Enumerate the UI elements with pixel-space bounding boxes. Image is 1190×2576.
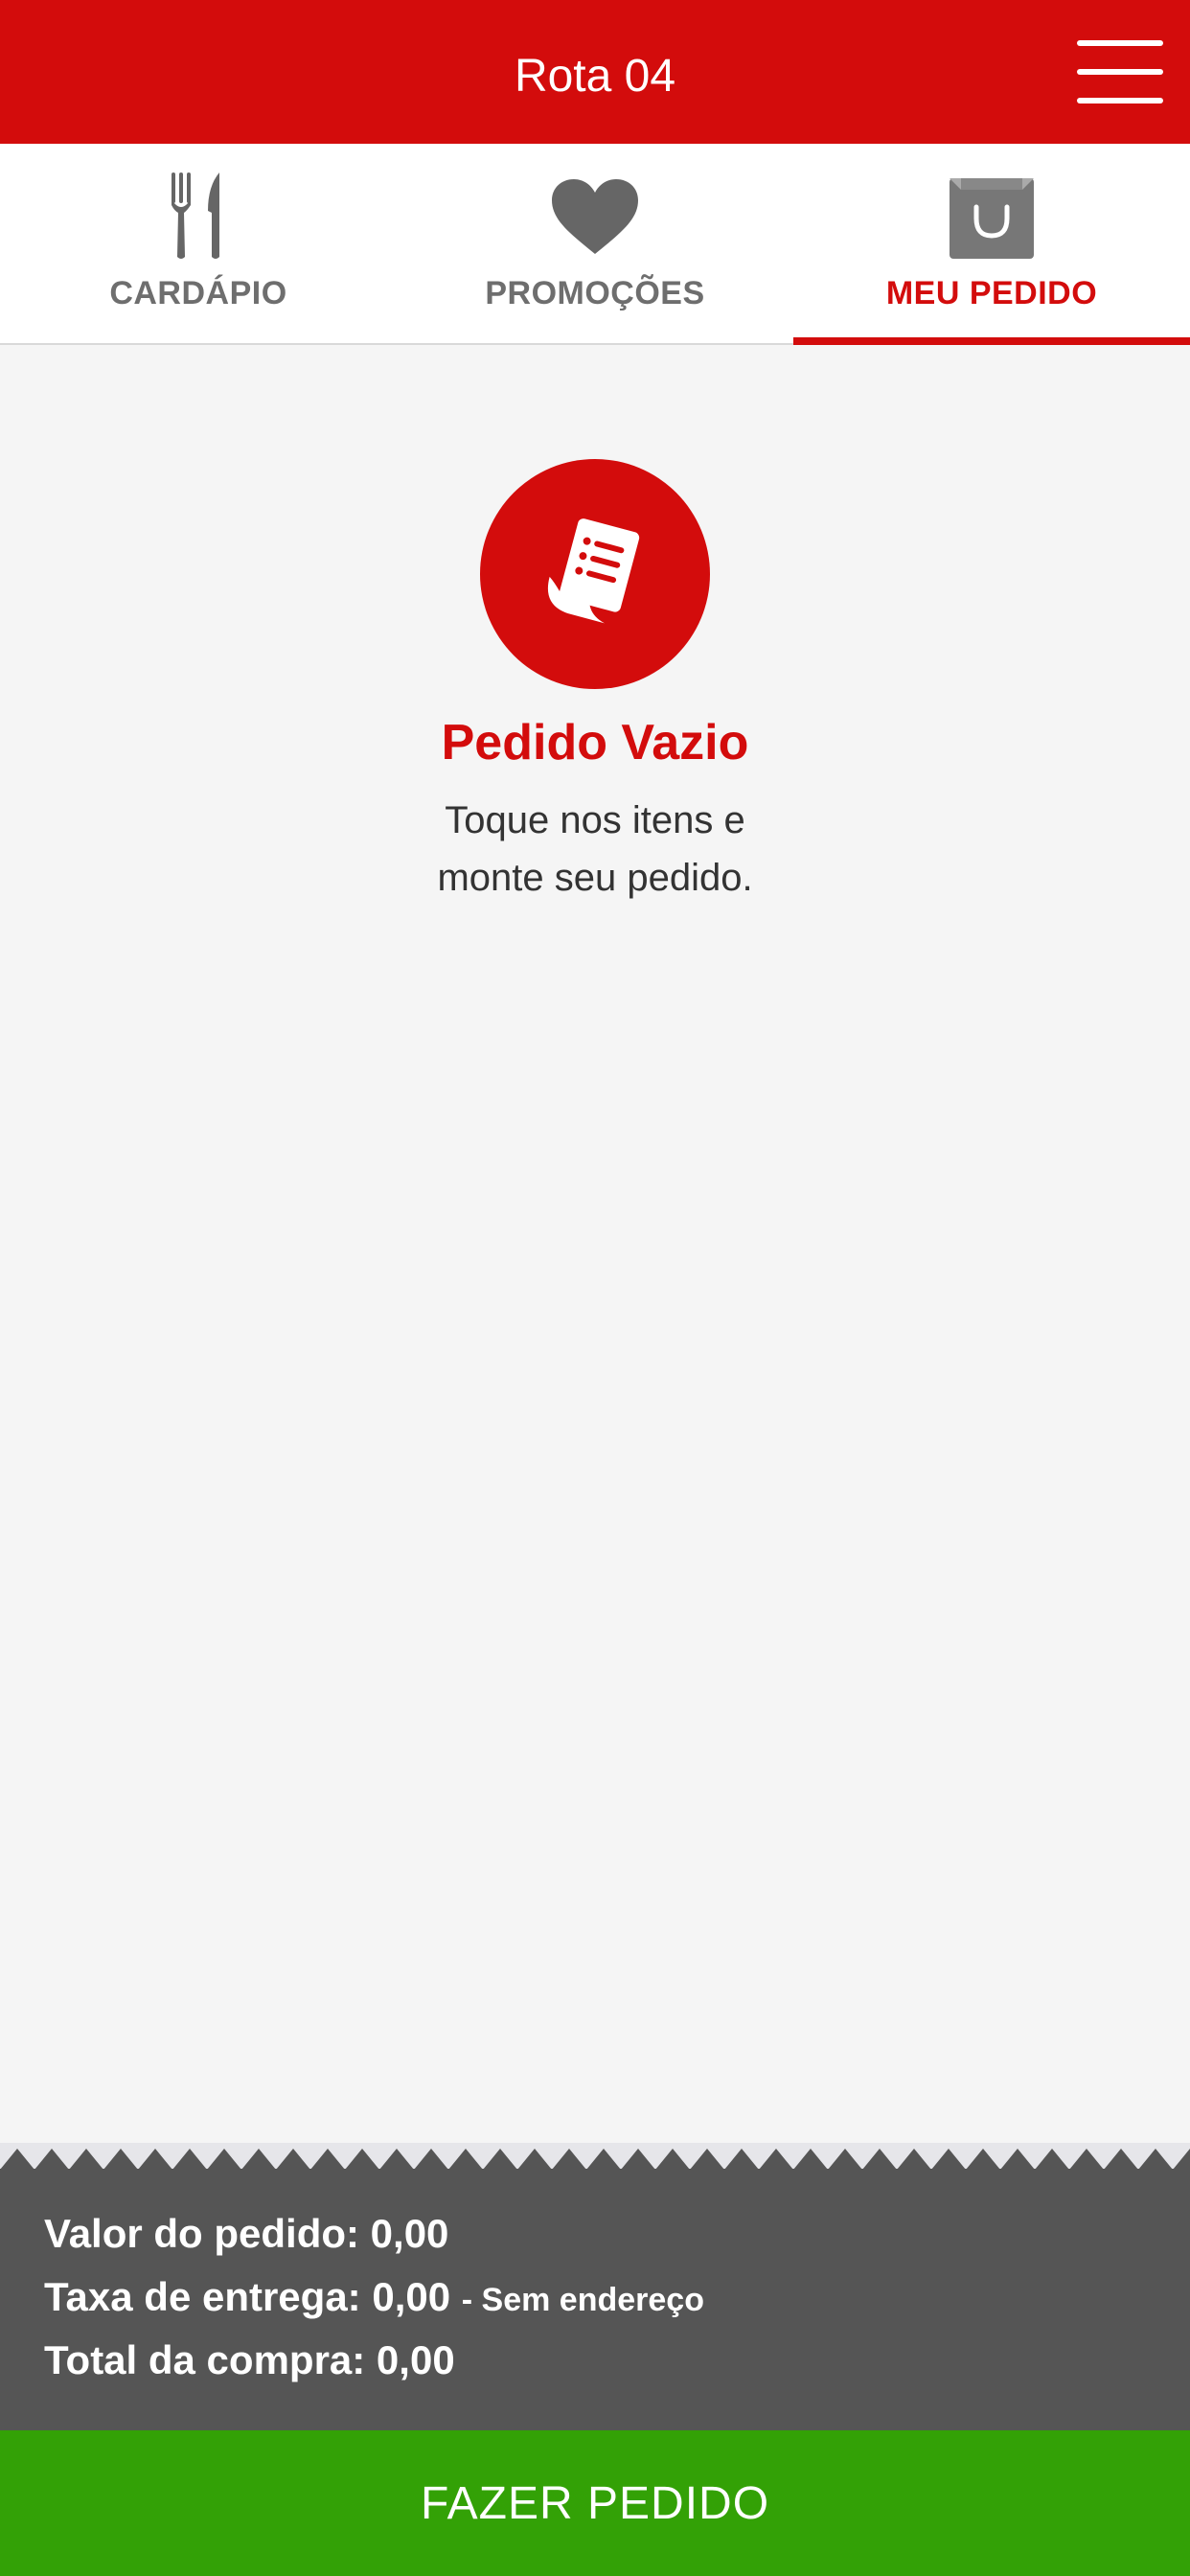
empty-order-line-2: monte seu pedido. [437, 857, 753, 899]
delivery-fee-row: Taxa de entrega: 0,00 - Sem endereço [44, 2274, 704, 2320]
active-tab-indicator [793, 337, 1190, 345]
delivery-address-note: - Sem endereço [461, 2282, 704, 2318]
tab-bar: CARDÁPIO PROMOÇÕES MEU PEDIDO [0, 144, 1190, 345]
receipt-icon [480, 459, 710, 689]
tab-meu-pedido[interactable]: MEU PEDIDO [793, 144, 1190, 345]
fork-knife-icon [150, 171, 246, 262]
heart-icon [547, 171, 643, 262]
tab-label-meu-pedido: MEU PEDIDO [885, 275, 1098, 311]
delivery-fee: Taxa de entrega: 0,00 [44, 2274, 451, 2319]
order-value: Valor do pedido: 0,00 [44, 2211, 449, 2256]
tab-cardapio[interactable]: CARDÁPIO [0, 144, 397, 343]
empty-order-title: Pedido Vazio [441, 715, 749, 770]
order-summary: Valor do pedido: 0,00 Taxa de entrega: 0… [0, 2169, 1190, 2432]
app-header: Rota 04 [0, 0, 1190, 144]
order-total: Total da compra: 0,00 [44, 2337, 455, 2382]
empty-order-message: Toque nos itens e monte seu pedido. [0, 792, 1190, 907]
page-title: Rota 04 [514, 50, 676, 102]
place-order-button[interactable]: FAZER PEDIDO [0, 2430, 1190, 2576]
tab-label-promocoes: PROMOÇÕES [485, 275, 705, 311]
hamburger-menu-icon[interactable] [1077, 38, 1163, 105]
zigzag-divider [0, 2143, 1190, 2170]
tab-label-cardapio: CARDÁPIO [109, 275, 287, 311]
empty-order-line-1: Toque nos itens e [445, 799, 745, 841]
shopping-bag-icon [944, 171, 1040, 262]
tab-promocoes[interactable]: PROMOÇÕES [397, 144, 793, 343]
